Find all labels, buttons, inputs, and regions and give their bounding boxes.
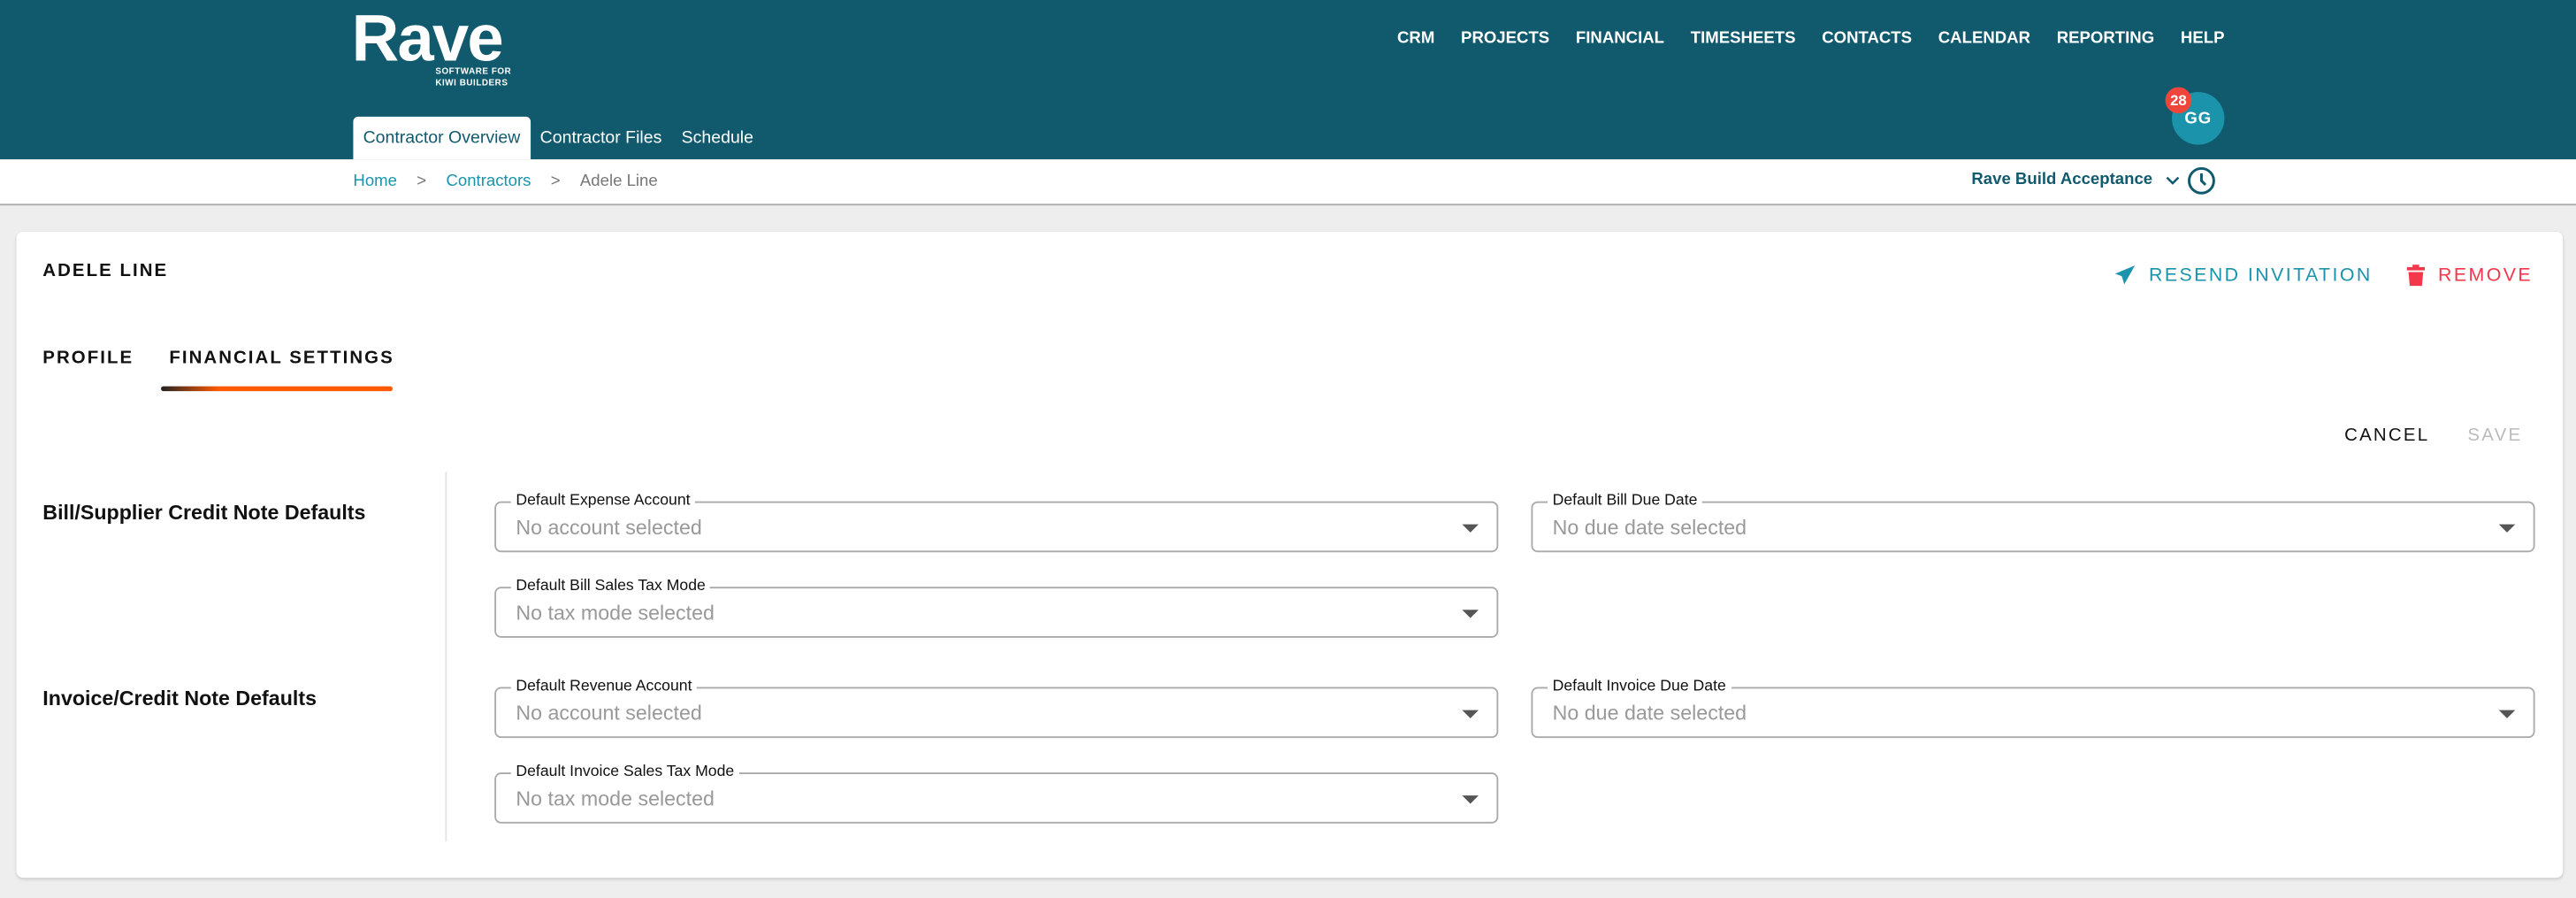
breadcrumb-current: Adele Line	[579, 173, 658, 191]
breadcrumb-home[interactable]: Home	[353, 173, 397, 190]
default-invoice-due-date-select[interactable]: Default Invoice Due Date No due date sel…	[1531, 677, 2535, 739]
default-expense-account-select[interactable]: Default Expense Account No account selec…	[494, 491, 1499, 553]
field-label: Default Expense Account	[510, 491, 696, 510]
breadcrumb-separator: >	[417, 173, 427, 191]
nav-financial[interactable]: FINANCIAL	[1576, 29, 1664, 47]
breadcrumb: Home > Contractors > Adele Line	[353, 173, 657, 190]
notification-badge[interactable]: 28	[2165, 87, 2192, 114]
default-bill-due-date-select[interactable]: Default Bill Due Date No due date select…	[1531, 491, 2535, 553]
field-value: No tax mode selected	[516, 601, 715, 625]
rave-logo[interactable]: Rave	[352, 4, 504, 78]
default-bill-sales-tax-mode-select[interactable]: Default Bill Sales Tax Mode No tax mode …	[494, 577, 1499, 638]
breadcrumb-contractors[interactable]: Contractors	[446, 173, 531, 190]
field-label: Default Bill Sales Tax Mode	[510, 577, 711, 595]
field-label: Default Invoice Due Date	[1548, 677, 1731, 695]
breadcrumb-separator: >	[550, 173, 561, 191]
nav-projects[interactable]: PROJECTS	[1461, 29, 1549, 47]
clock-icon[interactable]	[2187, 166, 2216, 196]
main-nav: CRM PROJECTS FINANCIAL TIMESHEETS CONTAC…	[1397, 29, 2224, 47]
field-label: Default Bill Due Date	[1548, 491, 1703, 510]
default-revenue-account-select[interactable]: Default Revenue Account No account selec…	[494, 677, 1499, 739]
logo-tagline: SOFTWARE FOR KIWI BUILDERS	[435, 67, 511, 88]
logo-tagline-line: SOFTWARE FOR	[435, 67, 512, 78]
nav-help[interactable]: HELP	[2181, 29, 2225, 47]
default-invoice-sales-tax-mode-select[interactable]: Default Invoice Sales Tax Mode No tax mo…	[494, 763, 1499, 824]
cancel-button[interactable]: CANCEL	[2344, 426, 2429, 445]
nav-calendar[interactable]: CALENDAR	[1938, 29, 2030, 47]
field-value: No due date selected	[1552, 702, 1747, 725]
company-name: Rave Build Acceptance	[1971, 171, 2153, 189]
field-value: No account selected	[516, 516, 702, 540]
company-selector[interactable]: Rave Build Acceptance	[1971, 171, 2180, 189]
nav-crm[interactable]: CRM	[1397, 29, 1434, 47]
tab-profile[interactable]: PROFILE	[42, 349, 134, 368]
trash-icon	[2406, 265, 2426, 287]
subtab-schedule[interactable]: Schedule	[671, 117, 763, 159]
dropdown-arrow-icon	[2498, 710, 2516, 718]
section-divider	[445, 472, 447, 842]
field-label: Default Revenue Account	[510, 677, 698, 695]
save-button[interactable]: SAVE	[2467, 426, 2522, 445]
section-title-invoice-defaults: Invoice/Credit Note Defaults	[42, 687, 317, 710]
section-title-bill-defaults: Bill/Supplier Credit Note Defaults	[42, 501, 366, 525]
nav-timesheets[interactable]: TIMESHEETS	[1691, 29, 1796, 47]
nav-reporting[interactable]: REPORTING	[2057, 29, 2154, 47]
remove-label: REMOVE	[2437, 265, 2534, 286]
tab-financial-settings[interactable]: FINANCIAL SETTINGS	[169, 349, 394, 368]
field-value: No account selected	[516, 702, 702, 725]
remove-button[interactable]: REMOVE	[2406, 265, 2534, 287]
dropdown-arrow-icon	[1462, 610, 1479, 618]
dropdown-arrow-icon	[2498, 524, 2516, 533]
field-label: Default Invoice Sales Tax Mode	[510, 763, 739, 781]
resend-invitation-button[interactable]: RESEND INVITATION	[2114, 265, 2373, 286]
nav-contacts[interactable]: CONTACTS	[1822, 29, 1912, 47]
chevron-down-icon	[2167, 175, 2180, 184]
subtab-contractor-files[interactable]: Contractor Files	[531, 117, 672, 159]
active-tab-indicator	[161, 386, 394, 392]
dropdown-arrow-icon	[1462, 795, 1479, 804]
contractor-name: ADELE LINE	[42, 261, 169, 281]
dropdown-arrow-icon	[1462, 524, 1479, 533]
resend-invitation-label: RESEND INVITATION	[2149, 265, 2373, 286]
logo-tagline-line: KIWI BUILDERS	[435, 78, 508, 88]
subtab-contractor-overview[interactable]: Contractor Overview	[353, 116, 531, 160]
contractor-subtabs: Contractor Overview Contractor Files Sch…	[353, 116, 763, 160]
send-icon	[2114, 265, 2136, 285]
dropdown-arrow-icon	[1462, 710, 1479, 718]
field-value: No tax mode selected	[516, 787, 715, 810]
field-value: No due date selected	[1552, 516, 1747, 540]
